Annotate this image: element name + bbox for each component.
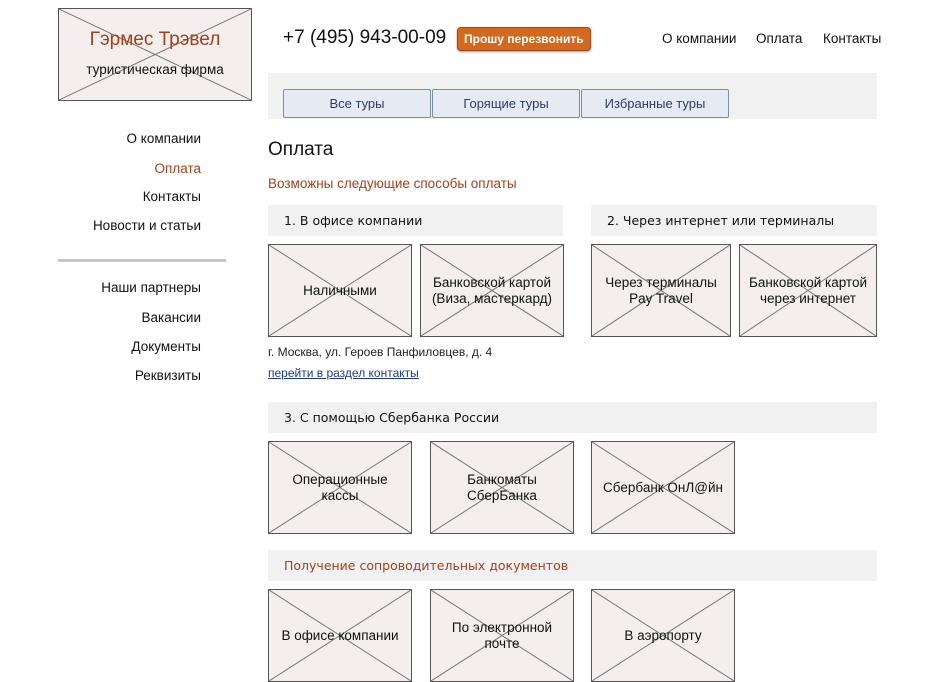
- card-atms[interactable]: Банкоматы СберБанка: [430, 441, 574, 534]
- card-cash-desks[interactable]: Операционные кассы: [268, 441, 412, 534]
- top-nav-contacts[interactable]: Контакты: [823, 31, 881, 46]
- placeholder-cross-icon: [59, 9, 251, 100]
- sidebar-item-news[interactable]: Новости и статьи: [93, 218, 201, 233]
- tab-bar: Все туры Горящие туры Избранные туры: [268, 73, 877, 119]
- card-label: Банковской картой через интернет: [748, 274, 868, 306]
- card-label: Операционные кассы: [292, 471, 388, 503]
- sidebar-item-about[interactable]: О компании: [127, 131, 201, 146]
- callback-button[interactable]: Прошу перезвонить: [457, 27, 591, 51]
- section-sberbank-heading: 3. С помощью Сбербанка России: [268, 402, 877, 433]
- payment-intro: Возможны следующие способы оплаты: [268, 176, 517, 191]
- page-title: Оплата: [268, 139, 334, 160]
- top-nav-payment[interactable]: Оплата: [756, 31, 802, 46]
- card-label: Через терминалы Pay Travel: [605, 274, 717, 306]
- card-terminals[interactable]: Через терминалы Pay Travel: [591, 244, 731, 337]
- card-bank-card-office[interactable]: Банковской картой (Виза, мастеркард): [420, 244, 564, 337]
- card-label: В офисе компании: [281, 627, 399, 643]
- sidebar-item-documents[interactable]: Документы: [131, 339, 201, 354]
- card-sberbank-online[interactable]: Сбербанк ОнЛ@йн: [591, 441, 735, 534]
- tab-favorite-tours[interactable]: Избранные туры: [581, 89, 729, 118]
- top-nav-about[interactable]: О компании: [662, 31, 736, 46]
- logo[interactable]: Гэрмес Трэвел туристическая фирма: [58, 8, 252, 101]
- card-label: Банкоматы СберБанка: [467, 471, 537, 503]
- phone-number: +7 (495) 943-00-09: [283, 27, 447, 48]
- sidebar-item-payment[interactable]: Оплата: [155, 161, 201, 176]
- tab-all-tours[interactable]: Все туры: [283, 89, 431, 118]
- card-docs-email[interactable]: По электронной почте: [430, 589, 574, 682]
- card-docs-office[interactable]: В офисе компании: [268, 589, 412, 682]
- card-label: По электронной почте: [451, 619, 553, 651]
- sidebar-item-vacancies[interactable]: Вакансии: [141, 310, 201, 325]
- card-cash[interactable]: Наличными: [268, 244, 412, 337]
- card-docs-airport[interactable]: В аэропорту: [591, 589, 735, 682]
- section-internet-heading: 2. Через интернет или терминалы: [591, 205, 877, 236]
- section-documents-heading: Получение сопроводительных документов: [268, 550, 877, 581]
- section-office-heading: 1. В офисе компании: [268, 205, 563, 236]
- sidebar-item-requisites[interactable]: Реквизиты: [135, 368, 201, 383]
- tab-hot-tours[interactable]: Горящие туры: [432, 89, 580, 118]
- sidebar-item-partners[interactable]: Наши партнеры: [101, 280, 201, 295]
- logo-title: Гэрмес Трэвел: [89, 29, 221, 50]
- office-address: г. Москва, ул. Героев Панфиловцев, д. 4: [268, 345, 493, 359]
- contacts-link[interactable]: перейти в раздел контакты: [268, 366, 419, 380]
- sidebar-divider: [58, 259, 226, 262]
- card-label: В аэропорту: [624, 627, 702, 643]
- card-label: Наличными: [303, 282, 377, 298]
- sidebar-item-contacts[interactable]: Контакты: [143, 189, 201, 204]
- logo-subtitle: туристическая фирма: [86, 62, 224, 77]
- card-label: Банковской картой (Виза, мастеркард): [431, 274, 553, 306]
- card-label: Сбербанк ОнЛ@йн: [603, 479, 723, 495]
- card-bank-card-online[interactable]: Банковской картой через интернет: [739, 244, 877, 337]
